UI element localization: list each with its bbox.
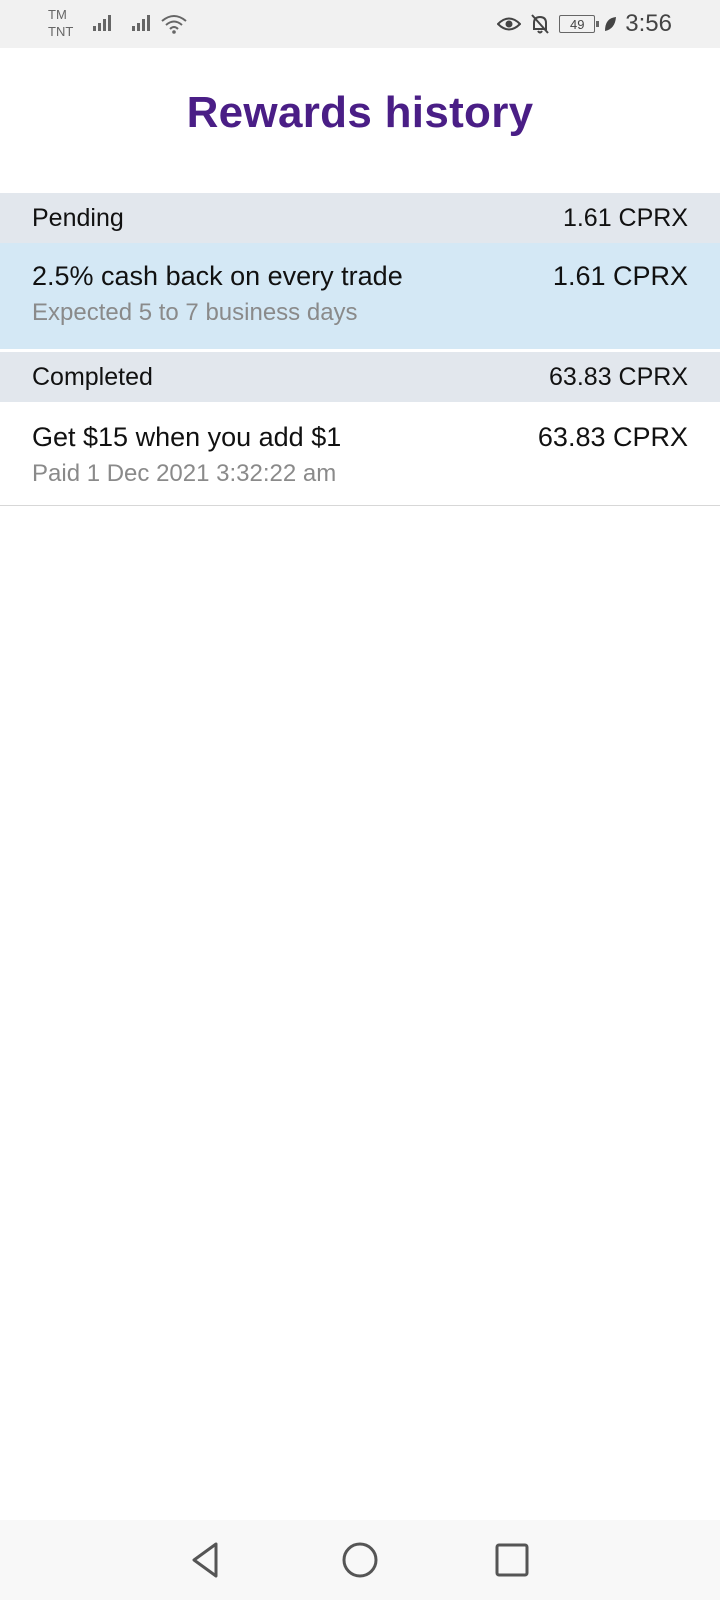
pending-total: 1.61 CPRX xyxy=(562,203,688,232)
reward-title: 2.5% cash back on every trade xyxy=(32,261,403,291)
back-icon[interactable] xyxy=(186,1540,226,1580)
pending-label: Pending xyxy=(32,203,124,232)
recents-icon[interactable] xyxy=(492,1540,532,1580)
reward-amount: 63.83 CPRX xyxy=(537,422,688,452)
carrier-labels: TM TNT xyxy=(48,6,73,40)
leaf-icon xyxy=(605,17,617,31)
status-bar: TM TNT 49 3:56 xyxy=(0,0,720,48)
reward-subtitle: Paid 1 Dec 2021 3:32:22 am xyxy=(32,460,337,487)
signal-icon xyxy=(93,15,111,31)
page-title: Rewards history xyxy=(186,88,534,137)
eye-icon xyxy=(497,17,522,31)
completed-label: Completed xyxy=(32,362,153,391)
bell-off-icon xyxy=(531,14,550,34)
completed-total: 63.83 CPRX xyxy=(549,362,688,391)
completed-section-header: Completed 63.83 CPRX xyxy=(0,352,720,402)
pending-section-header: Pending 1.61 CPRX xyxy=(0,193,720,243)
battery-icon: 49 xyxy=(559,15,600,33)
reward-amount: 1.61 CPRX xyxy=(552,261,688,291)
pending-reward-row[interactable]: 2.5% cash back on every trade Expected 5… xyxy=(0,243,720,349)
home-icon[interactable] xyxy=(340,1540,380,1580)
carrier-1-label: TM xyxy=(48,7,67,22)
reward-title: Get $15 when you add $1 xyxy=(32,422,342,452)
completed-reward-row[interactable]: Get $15 when you add $1 Paid 1 Dec 2021 … xyxy=(0,404,720,506)
carrier-2-label: TNT xyxy=(48,24,74,39)
signal-icon xyxy=(132,15,150,31)
status-right-group: 49 3:56 xyxy=(497,8,672,40)
clock: 3:56 xyxy=(625,10,672,37)
reward-subtitle: Expected 5 to 7 business days xyxy=(32,299,358,326)
wifi-icon xyxy=(161,15,187,34)
navigation-bar xyxy=(0,1520,720,1600)
